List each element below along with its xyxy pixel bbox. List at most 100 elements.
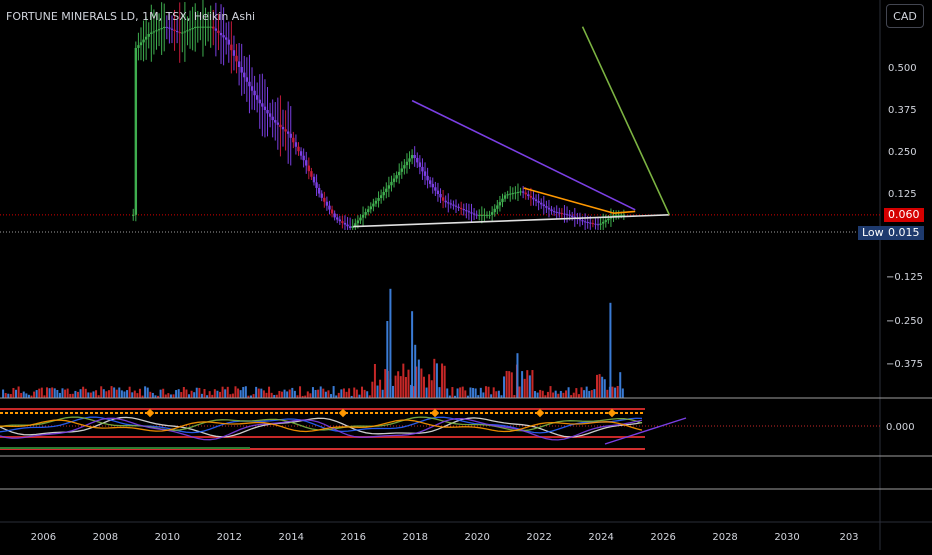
candle-body bbox=[596, 224, 600, 226]
volume-bar bbox=[288, 389, 291, 398]
volume-bar bbox=[268, 386, 271, 398]
candle-body bbox=[206, 26, 210, 28]
candle-body bbox=[297, 146, 300, 152]
candle-body bbox=[359, 217, 362, 221]
candle-body bbox=[563, 213, 566, 215]
time-axis-tick-label: 2012 bbox=[217, 532, 242, 543]
volume-bar bbox=[361, 386, 364, 398]
time-axis-tick-label: 2010 bbox=[155, 532, 180, 543]
chart-area: 0.500 0.375 0.250 0.125 −0.125 −0.250 −0.375 0.… bbox=[0, 0, 932, 550]
volume-bar bbox=[552, 392, 555, 398]
volume-bar bbox=[337, 392, 340, 398]
candle-body bbox=[209, 26, 212, 28]
volume-bar bbox=[293, 390, 296, 398]
volume-bar bbox=[58, 392, 61, 398]
candle-body bbox=[537, 201, 540, 203]
candle-body bbox=[398, 171, 401, 176]
volume-bar bbox=[185, 389, 188, 398]
candle-body bbox=[498, 202, 502, 206]
candle-body bbox=[516, 191, 520, 193]
volume-bar bbox=[2, 389, 5, 398]
candle-body bbox=[558, 212, 561, 214]
volume-bar bbox=[443, 365, 446, 398]
volume-bar bbox=[503, 376, 506, 398]
currency-selector-button[interactable]: CAD bbox=[886, 4, 924, 28]
volume-bar bbox=[430, 380, 433, 398]
volume-bar bbox=[15, 389, 18, 398]
candle-body bbox=[441, 197, 445, 201]
volume-bar bbox=[539, 389, 542, 398]
time-axis-tick-label: 2024 bbox=[588, 532, 613, 543]
candle-body bbox=[552, 211, 556, 213]
volume-bar bbox=[456, 388, 459, 398]
candle-body bbox=[144, 36, 148, 40]
candle-body bbox=[235, 55, 238, 62]
volume-bar bbox=[22, 391, 25, 398]
candle-body bbox=[620, 214, 623, 216]
candle-body bbox=[199, 26, 202, 28]
candle-body bbox=[555, 211, 558, 213]
candle-body bbox=[532, 197, 535, 200]
volume-bar bbox=[260, 388, 263, 398]
candle-body bbox=[527, 194, 530, 197]
volume-bar bbox=[265, 392, 268, 398]
volume-bar bbox=[531, 370, 534, 398]
volume-bar bbox=[340, 389, 343, 398]
candle-body bbox=[506, 194, 509, 196]
candle-body bbox=[369, 206, 372, 210]
volume-bar bbox=[270, 392, 273, 398]
candle-body bbox=[503, 195, 507, 199]
candle-body bbox=[496, 205, 499, 209]
volume-bar bbox=[299, 386, 302, 398]
candle-body bbox=[248, 81, 251, 87]
volume-spike-bar bbox=[516, 353, 519, 398]
volume-bar bbox=[280, 391, 283, 398]
candle-body bbox=[578, 219, 582, 221]
volume-bar bbox=[435, 363, 438, 398]
time-axis-tick-label: 2020 bbox=[464, 532, 489, 543]
volume-bar bbox=[53, 388, 56, 398]
volume-bar bbox=[402, 363, 405, 398]
candle-body bbox=[147, 33, 150, 37]
volume-bar bbox=[557, 393, 560, 398]
volume-bar bbox=[505, 370, 508, 398]
lower-axis-tick-label: −0.125 bbox=[886, 272, 923, 283]
volume-bar bbox=[92, 391, 95, 398]
candle-body bbox=[591, 223, 595, 225]
volume-bar bbox=[95, 390, 98, 398]
osc-signal-marker bbox=[430, 408, 440, 418]
candle-body bbox=[470, 212, 473, 214]
trendline-descending-resistance bbox=[411, 99, 636, 211]
candle-body bbox=[374, 200, 378, 204]
volume-bar bbox=[327, 390, 330, 398]
time-axis-tick-label: 2018 bbox=[402, 532, 427, 543]
candle-body bbox=[436, 190, 440, 195]
volume-bar bbox=[231, 393, 234, 398]
volume-bar bbox=[33, 391, 36, 398]
volume-bar bbox=[590, 390, 593, 398]
candle-body bbox=[356, 220, 360, 224]
candle-body bbox=[387, 185, 391, 189]
volume-bar bbox=[20, 393, 23, 398]
candle-body bbox=[224, 37, 228, 40]
candle-body bbox=[485, 214, 489, 216]
volume-bar bbox=[482, 392, 485, 398]
volume-bar bbox=[283, 389, 286, 398]
lower-axis-tick-label: −0.375 bbox=[886, 359, 923, 370]
candle-body bbox=[493, 208, 496, 213]
candle-body bbox=[168, 27, 171, 29]
low-value-tag: 0.015 bbox=[884, 226, 924, 240]
candle-body bbox=[336, 217, 339, 220]
candle-body bbox=[586, 222, 589, 224]
time-axis-tick-label: 2014 bbox=[279, 532, 304, 543]
volume-bar bbox=[76, 391, 79, 398]
volume-bar bbox=[239, 390, 242, 398]
volume-bar bbox=[190, 390, 193, 398]
volume-bar bbox=[559, 390, 562, 398]
volume-bar bbox=[593, 389, 596, 398]
osc-signal-marker bbox=[338, 408, 348, 418]
volume-bar bbox=[394, 375, 397, 398]
candle-body bbox=[173, 29, 176, 31]
volume-bar bbox=[397, 371, 400, 398]
volume-bar bbox=[420, 368, 423, 398]
